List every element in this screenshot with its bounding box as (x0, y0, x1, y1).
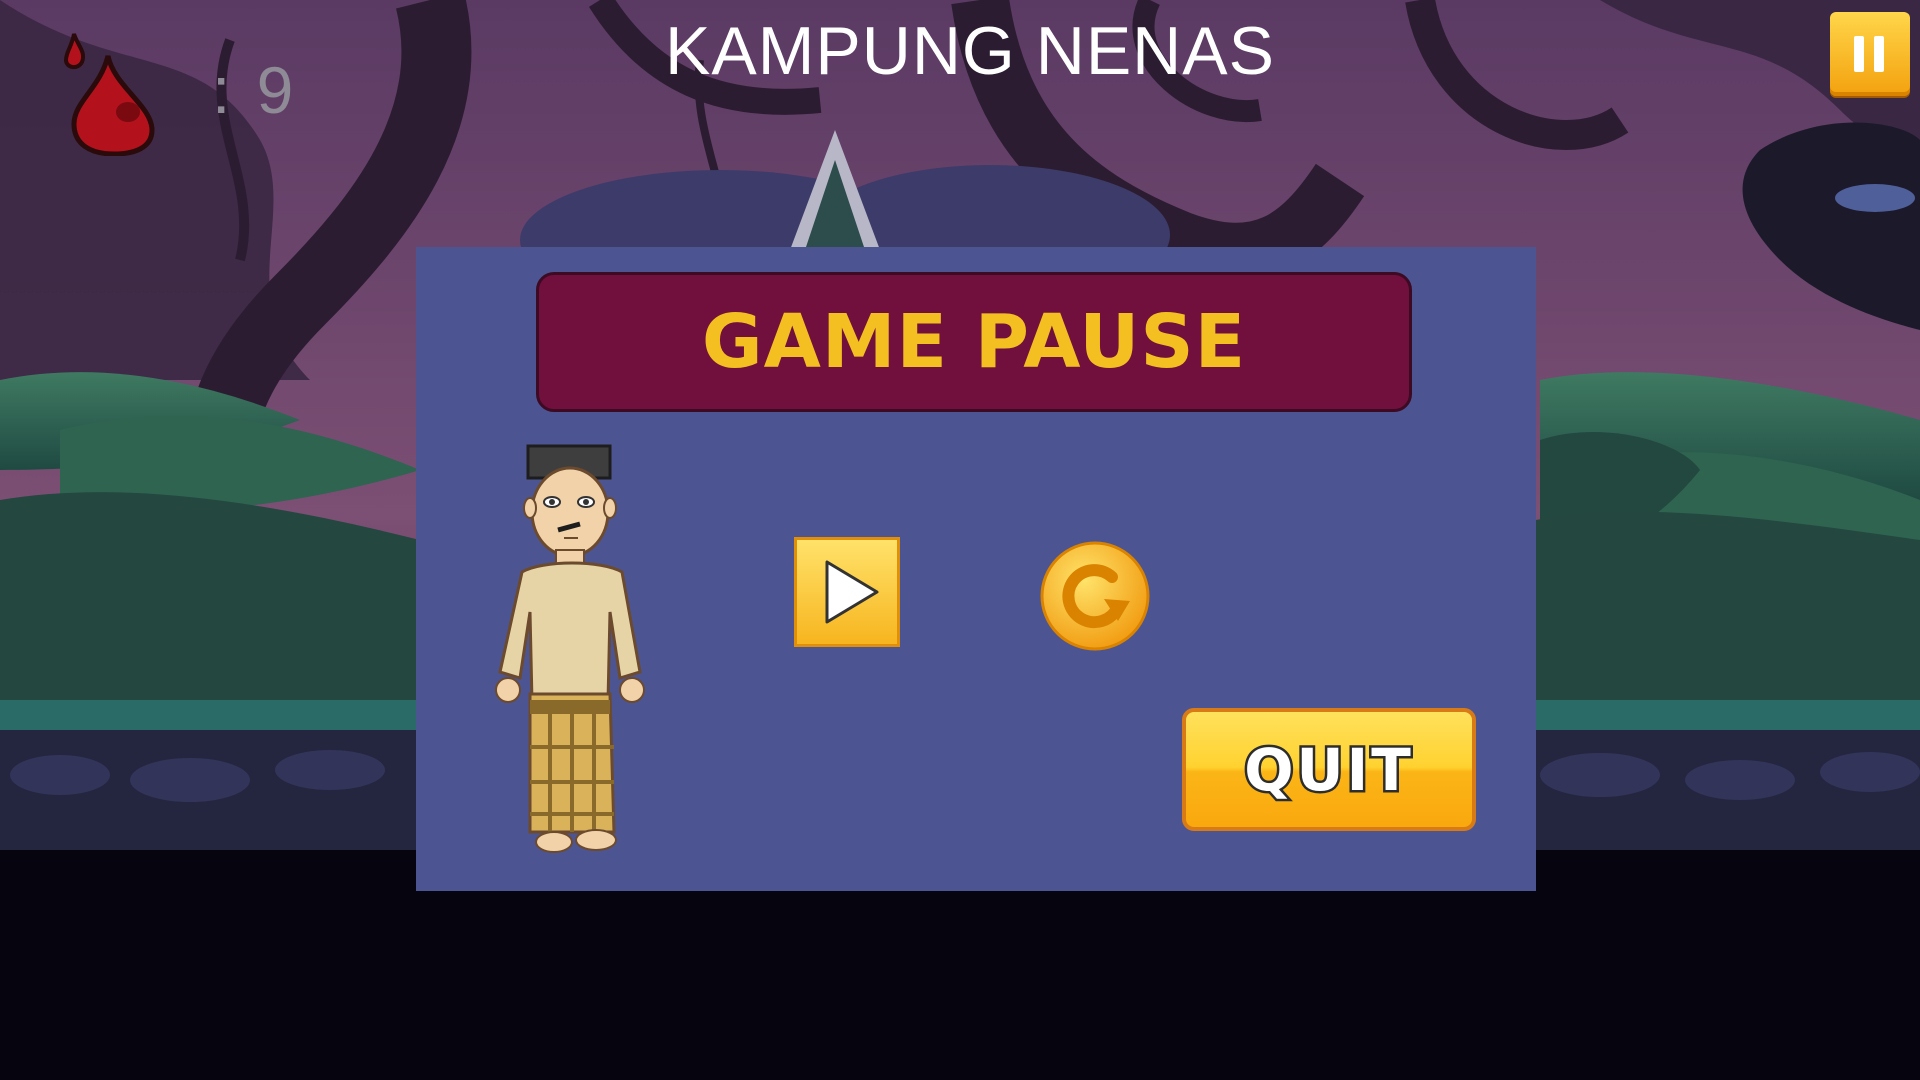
pause-icon (1854, 36, 1864, 72)
level-title: KAMPUNG NENAS (665, 13, 1275, 89)
malay-villager-character (495, 444, 645, 853)
pause-icon-bar (1874, 36, 1884, 72)
resume-button[interactable] (794, 537, 900, 647)
pause-button[interactable] (1830, 12, 1910, 96)
pause-header: GAME PAUSE (536, 272, 1412, 412)
game-screen: : 9 KAMPUNG NENAS GAME PAUSE QUIT (0, 0, 1920, 1080)
play-icon (825, 560, 879, 624)
quit-label: QUIT (1242, 733, 1414, 806)
pause-title: GAME PAUSE (701, 299, 1247, 385)
pause-panel: GAME PAUSE QUIT (416, 247, 1536, 891)
quit-button[interactable]: QUIT (1182, 708, 1476, 831)
restart-button[interactable] (1040, 541, 1150, 651)
